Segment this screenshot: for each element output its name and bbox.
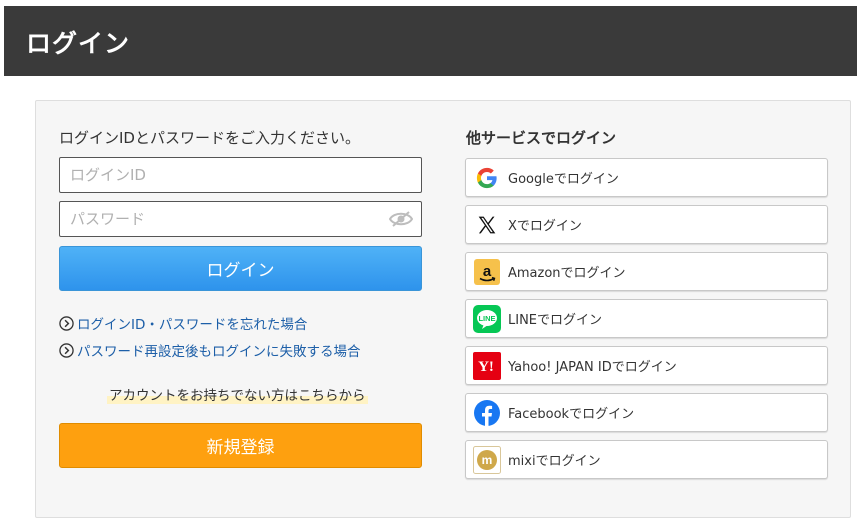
no-account-text: アカウントをお持ちでない方はこちらから bbox=[107, 384, 368, 404]
svg-text:Y!: Y! bbox=[478, 359, 494, 375]
login-button[interactable]: ログイン bbox=[59, 246, 422, 291]
password-input[interactable] bbox=[60, 202, 421, 236]
facebook-login-button[interactable]: Facebookでログイン bbox=[465, 393, 828, 432]
password-field-wrapper bbox=[59, 201, 422, 237]
yahoo-japan-icon: Y! bbox=[473, 351, 501, 380]
mixi-login-label: mixiでログイン bbox=[508, 454, 601, 469]
eye-slash-icon[interactable] bbox=[389, 210, 413, 228]
amazon-icon: a bbox=[474, 258, 500, 285]
login-id-field-wrapper bbox=[59, 157, 422, 193]
mixi-login-button[interactable]: m mixiでログイン bbox=[465, 440, 828, 479]
svg-text:LINE: LINE bbox=[478, 314, 495, 323]
forgot-link-text: ログインID・パスワードを忘れた場合 bbox=[77, 317, 308, 333]
line-icon: LINE bbox=[473, 304, 501, 333]
sso-heading: 他サービスでログイン bbox=[466, 129, 617, 147]
line-login-button[interactable]: LINE LINEでログイン bbox=[465, 299, 828, 338]
login-panel: ログインIDとパスワードをご入力ください。 ログイン ログインID・パスワードを… bbox=[35, 100, 851, 518]
reset-fail-link-text: パスワード再設定後もログインに失敗する場合 bbox=[77, 344, 361, 360]
chevron-right-circle-icon bbox=[59, 342, 74, 358]
facebook-icon bbox=[474, 399, 500, 426]
amazon-login-button[interactable]: a Amazonでログイン bbox=[465, 252, 828, 291]
chevron-right-circle-icon bbox=[59, 315, 74, 331]
login-id-input[interactable] bbox=[60, 158, 421, 192]
line-login-label: LINEでログイン bbox=[508, 313, 603, 328]
google-login-button[interactable]: Googleでログイン bbox=[465, 158, 828, 197]
yahoo-login-button[interactable]: Y! Yahoo! JAPAN IDでログイン bbox=[465, 346, 828, 385]
x-login-button[interactable]: Xでログイン bbox=[465, 205, 828, 244]
google-login-label: Googleでログイン bbox=[508, 172, 619, 187]
svg-text:a: a bbox=[483, 263, 492, 280]
login-intro-text: ログインIDとパスワードをご入力ください。 bbox=[59, 129, 360, 147]
x-icon bbox=[478, 216, 496, 233]
register-button[interactable]: 新規登録 bbox=[59, 423, 422, 468]
reset-fail-link[interactable]: パスワード再設定後もログインに失敗する場合 bbox=[59, 340, 361, 360]
mixi-icon: m bbox=[473, 445, 501, 474]
amazon-login-label: Amazonでログイン bbox=[508, 266, 626, 281]
page-header: ログイン bbox=[4, 6, 857, 76]
x-login-label: Xでログイン bbox=[508, 219, 582, 234]
yahoo-login-label: Yahoo! JAPAN IDでログイン bbox=[508, 360, 677, 375]
svg-text:m: m bbox=[482, 453, 493, 467]
page-title: ログイン bbox=[26, 29, 131, 58]
forgot-id-password-link[interactable]: ログインID・パスワードを忘れた場合 bbox=[59, 313, 307, 333]
google-icon bbox=[476, 167, 497, 188]
facebook-login-label: Facebookでログイン bbox=[508, 407, 635, 422]
